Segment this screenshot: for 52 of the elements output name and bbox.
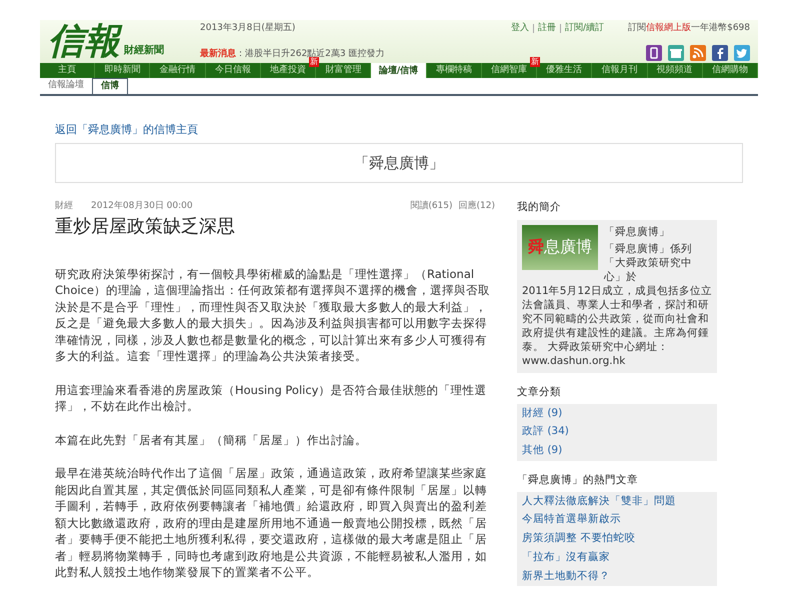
article-category: 財經 [55,200,73,213]
nav-tab[interactable]: 專欄特稿 [426,63,481,78]
profile-logo: 舜息廣博 [522,224,598,270]
account-link[interactable]: 登入 [511,22,530,36]
back-link[interactable]: 返回「舜息廣博」的信博主頁 [55,123,198,136]
date-text: 2013年3月8日(星期五) [200,22,296,35]
hot-article-link[interactable]: 今屆特首選舉新啟示 [522,512,712,528]
nav-tab[interactable]: 視頻頻道 [648,63,702,78]
reply-count: 回應(12) [458,200,495,213]
profile-description: 2011年5月12日成立，成員包括多位立法會議員、專業人士和學者，探討和研究不同範疇的公共政策，從而向社會和政府提供有建設性的建議。主席為何鍾泰。 大舜政策研究中心網址：www.dashun.org.hk [522,284,712,368]
view-count: 閱讀(615) [410,200,453,213]
article-paragraph: 用這套理論來看香港的房屋政策（Housing Policy）是否符合最佳狀態的「理性選擇」，不妨在此作出檢討。 [55,382,488,414]
new-badge: 新 [530,57,540,67]
sub-tab[interactable]: 信博 [92,78,128,94]
twitter-icon[interactable] [734,45,750,61]
sub-tab[interactable]: 信報論壇 [40,78,92,94]
hot-article-link[interactable]: 人大釋法徹底解決「雙非」問題 [522,494,712,510]
hot-article-link[interactable]: 「拉布」沒有贏家 [522,550,712,566]
section-heading: 文章分類 [517,384,562,400]
facebook-icon[interactable] [712,45,728,61]
nav-tab[interactable]: 主頁 [40,63,94,78]
article-title: 重炒居屋政策缺乏深思 [55,214,236,238]
logo[interactable]: 信報 [48,22,120,60]
account-link[interactable]: 訂閱/續訂 [565,22,604,36]
rss-icon[interactable] [690,45,706,61]
nav-tab[interactable]: 金融行情 [150,63,205,78]
section-heading: 我的簡介 [517,200,562,215]
logo-subtitle: 財經新聞 [124,43,164,58]
hot-article-link[interactable]: 房策須調整 不要怕蛇咬 [522,531,712,547]
account-link[interactable]: 註冊 [538,22,556,36]
hot-article-link[interactable]: 新界土地動不得？ [522,568,712,584]
nav-tab[interactable]: 信網購物 [702,63,758,78]
new-badge: 新 [309,57,320,67]
profile-description: 「舜息廣博」係列「大舜政策研究中心」於 [604,242,693,284]
article-paragraph: 最早在港英統治時代作出了這個「居屋」政策，通過這政策，政府希望讓某些家庭能因此自置其屋，其定價低於同區同類私人產業，可是卻有條件限制「居屋」以轉手圖利，若轉手，政府依例要轉讓者「補地價」給還政府，即買入與賣出的盈利差額大比數繳還政府，政府的理由是建屋所用地不通過一般賣地公開投標，既然「居者」要轉手便不能把土地所獲利私得，要交還政府，這樣做的最大考慮是阻止「居者」輕易將物業轉手，同時也考慮到政府地是公共資源，不能輕易被私人濫用，如此對私人競投土地作物業發展下的置業者不公平。 [55,465,488,580]
article-paragraph: 本篇在此先對「居者有其屋」（簡稱「居屋」）作出討論。 [55,432,368,448]
profile-name: 「舜息廣博」 [604,224,671,239]
nav-tab[interactable]: 財富管理 [316,63,370,78]
article-paragraph: 研究政府決策學術探討，有一個較具學術權威的論點是「理性選擇」（Rational Choice）的理論，這個理論指出：任何政策都有選擇與不選擇的機會，選擇與否取決於是不是合乎「理性」，而理性與否又取決於「獲取最大多數人的最大利益」，反之是「避免最大多數人的最大損失」。因為涉及利益與損害都可以用數字去探得準確情況，同樣，涉及人數也都是數量化的概念，可以計算出來有多少人可獲得有多大的利益。這套「理性選擇」的理論為公共決策者接受。 [55,266,491,364]
subscription-promo[interactable]: 訂閱信報網上版一年港幣$698 [628,22,750,36]
mobile-icon[interactable] [646,45,662,61]
blog-title: 「舜息廣博」 [354,152,444,174]
nav-tab[interactable]: 信報月刊 [592,63,647,78]
category-link[interactable]: 其他 (9) [522,443,712,459]
nav-tab[interactable]: 即時新聞 [95,63,150,78]
article-datetime: 2012年08月30日 00:00 [91,200,193,213]
category-link[interactable]: 財經 (9) [522,406,712,422]
category-link[interactable]: 政評 (34) [522,424,712,440]
nav-tab[interactable]: 論壇/信博 [371,63,426,80]
section-heading: 「舜息廣博」的熱門文章 [517,472,639,488]
nav-tab[interactable]: 優雅生活 [537,63,592,78]
nav-tab[interactable]: 今日信報 [206,63,260,78]
